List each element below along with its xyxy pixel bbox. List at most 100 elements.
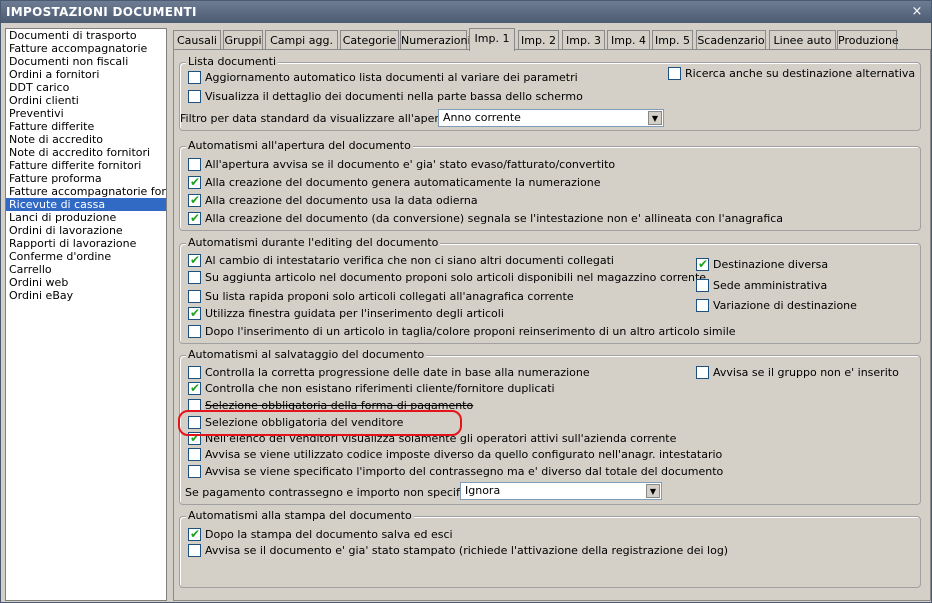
settings-window: IMPOSTAZIONI DOCUMENTI × Documenti di tr… bbox=[0, 0, 932, 603]
tab-imp-5[interactable]: Imp. 5 bbox=[652, 30, 693, 50]
settings-tabs: Causali Gruppi Campi agg. Categorie Numerazi… bbox=[173, 28, 931, 51]
checkbox-label: Dopo l'inserimento di un articolo in tag… bbox=[205, 325, 736, 338]
doc-list-item[interactable]: Fatture accompagnatorie bbox=[6, 42, 166, 55]
checkbox-box[interactable]: ✔ bbox=[188, 253, 201, 267]
doc-list-item[interactable]: Documenti di trasporto bbox=[6, 29, 166, 42]
group-label: Automatismi all'apertura del documento bbox=[186, 139, 413, 152]
check-icon: ✔ bbox=[190, 306, 201, 320]
check-icon: ✔ bbox=[698, 257, 709, 271]
check-icon: ✔ bbox=[190, 381, 201, 395]
doc-list-item[interactable]: Fatture differite bbox=[6, 120, 166, 133]
checkbox-label: Variazione di destinazione bbox=[713, 299, 857, 312]
checkbox-box[interactable]: ✔ bbox=[188, 381, 201, 395]
doc-list-item[interactable]: Fatture accompagnatorie fornito bbox=[6, 185, 166, 198]
contrassegno-label: Se pagamento contrassegno e importo non … bbox=[185, 486, 494, 499]
checkbox-label: All'apertura avvisa se il documento e' g… bbox=[205, 158, 616, 171]
checkbox-label: Utilizza finestra guidata per l'inserime… bbox=[205, 307, 504, 320]
chevron-down-icon[interactable]: ▼ bbox=[646, 484, 660, 498]
doc-list-item[interactable]: Ordini eBay bbox=[6, 289, 166, 302]
checkbox-box[interactable] bbox=[188, 271, 201, 284]
tab-campi-agg-[interactable]: Campi agg. bbox=[265, 30, 338, 50]
checkbox-box[interactable]: ✔ bbox=[188, 527, 201, 541]
checkbox-box[interactable] bbox=[188, 90, 201, 103]
checkbox-box[interactable]: ✔ bbox=[188, 175, 201, 189]
doc-list-item[interactable]: Ordini web bbox=[6, 276, 166, 289]
doc-list-item[interactable]: Ordini di lavorazione bbox=[6, 224, 166, 237]
checkbox-box[interactable] bbox=[668, 67, 681, 80]
checkbox-label: Al cambio di intestatario verifica che n… bbox=[205, 254, 614, 267]
checkbox-box[interactable]: ✔ bbox=[696, 257, 709, 271]
checkbox-label: Aggiornamento automatico lista documenti… bbox=[205, 71, 578, 84]
checkbox-box[interactable] bbox=[188, 325, 201, 338]
checkbox-label: Controlla che non esistano riferimenti c… bbox=[205, 382, 555, 395]
checkbox-box[interactable] bbox=[188, 290, 201, 303]
doc-list-item[interactable]: Ordini clienti bbox=[6, 94, 166, 107]
select-value: Ignora bbox=[465, 484, 501, 497]
doc-list-item[interactable]: Documenti non fiscali bbox=[6, 55, 166, 68]
checkbox-box[interactable]: ✔ bbox=[188, 306, 201, 320]
checkbox-box[interactable] bbox=[188, 158, 201, 171]
checkbox-box[interactable] bbox=[696, 299, 709, 312]
document-type-list[interactable]: Documenti di trasporto Fatture accompagna… bbox=[5, 28, 167, 601]
group-label: Automatismi alla stampa del documento bbox=[186, 509, 414, 522]
checkbox-label: Avvisa se il gruppo non e' inserito bbox=[713, 366, 899, 379]
checkbox-label: Sede amministrativa bbox=[713, 279, 828, 292]
filtro-data-select[interactable]: Anno corrente ▼ bbox=[438, 109, 664, 127]
tab-numerazioni[interactable]: Numerazioni bbox=[400, 30, 471, 50]
checkbox-box[interactable] bbox=[696, 279, 709, 292]
doc-list-item[interactable]: Note di accredito fornitori bbox=[6, 146, 166, 159]
checkbox-box[interactable] bbox=[188, 465, 201, 478]
tab-imp-1[interactable]: Imp. 1 bbox=[469, 28, 515, 51]
tab-imp-3[interactable]: Imp. 3 bbox=[562, 30, 605, 50]
checkbox-box[interactable] bbox=[188, 71, 201, 84]
window-title: IMPOSTAZIONI DOCUMENTI bbox=[6, 5, 197, 19]
doc-list-item[interactable]: Preventivi bbox=[6, 107, 166, 120]
doc-list-item[interactable]: Rapporti di lavorazione bbox=[6, 237, 166, 250]
contrassegno-select[interactable]: Ignora ▼ bbox=[460, 482, 662, 500]
check-icon: ✔ bbox=[190, 527, 201, 541]
checkbox-box[interactable] bbox=[696, 366, 709, 379]
checkbox-label: Avvisa se il documento e' gia' stato sta… bbox=[205, 544, 729, 557]
tab-scadenzario[interactable]: Scadenzario bbox=[696, 30, 766, 50]
tab-causali[interactable]: Causali bbox=[173, 30, 221, 50]
checkbox-box[interactable] bbox=[188, 448, 201, 461]
doc-list-item[interactable]: Ricevute di cassa bbox=[6, 198, 166, 211]
checkbox-label: Visualizza il dettaglio dei documenti ne… bbox=[205, 90, 583, 103]
checkbox-label: Avvisa se viene specificato l'importo de… bbox=[205, 465, 724, 478]
tab-gruppi[interactable]: Gruppi bbox=[223, 30, 263, 50]
tab-linee-auto[interactable]: Linee auto bbox=[769, 30, 836, 50]
tab-imp-4[interactable]: Imp. 4 bbox=[607, 30, 650, 50]
checkbox-box[interactable]: ✔ bbox=[188, 211, 201, 225]
group-label: Automatismi durante l'editing del docume… bbox=[186, 236, 441, 249]
checkbox-label: Alla creazione del documento usa la data… bbox=[205, 194, 478, 207]
checkbox-label: Controlla la corretta progressione delle… bbox=[205, 366, 590, 379]
doc-list-item[interactable]: Fatture differite fornitori bbox=[6, 159, 166, 172]
doc-list-item[interactable]: Lanci di produzione bbox=[6, 211, 166, 224]
check-icon: ✔ bbox=[190, 211, 201, 225]
checkbox-box[interactable] bbox=[188, 366, 201, 379]
checkbox-label: Alla creazione del documento genera auto… bbox=[205, 176, 601, 189]
doc-list-item[interactable]: Ordini a fornitori bbox=[6, 68, 166, 81]
check-icon: ✔ bbox=[190, 175, 201, 189]
chevron-down-icon[interactable]: ▼ bbox=[648, 111, 662, 125]
checkbox-box[interactable]: ✔ bbox=[188, 193, 201, 207]
checkbox-label: Su aggiunta articolo nel documento propo… bbox=[205, 271, 707, 284]
tab-produzione[interactable]: Produzione bbox=[837, 30, 899, 50]
tab-categorie[interactable]: Categorie bbox=[340, 30, 399, 50]
tab-imp-2[interactable]: Imp. 2 bbox=[518, 30, 559, 50]
doc-list-item[interactable]: Conferme d'ordine bbox=[6, 250, 166, 263]
doc-list-item[interactable]: DDT carico bbox=[6, 81, 166, 94]
checkbox-label: Destinazione diversa bbox=[713, 258, 829, 271]
check-icon: ✔ bbox=[190, 253, 201, 267]
group-label: Automatismi al salvataggio del documento bbox=[186, 348, 427, 361]
check-icon: ✔ bbox=[190, 193, 201, 207]
doc-list-item[interactable]: Carrello bbox=[6, 263, 166, 276]
title-bar: IMPOSTAZIONI DOCUMENTI bbox=[1, 1, 931, 23]
highlight-annotation bbox=[178, 410, 462, 436]
doc-list-item[interactable]: Fatture proforma bbox=[6, 172, 166, 185]
checkbox-box[interactable] bbox=[188, 544, 201, 557]
doc-list-item[interactable]: Note di accredito bbox=[6, 133, 166, 146]
filtro-label: Filtro per data standard da visualizzare… bbox=[180, 112, 469, 125]
select-value: Anno corrente bbox=[443, 111, 521, 124]
close-icon[interactable]: × bbox=[909, 4, 925, 20]
